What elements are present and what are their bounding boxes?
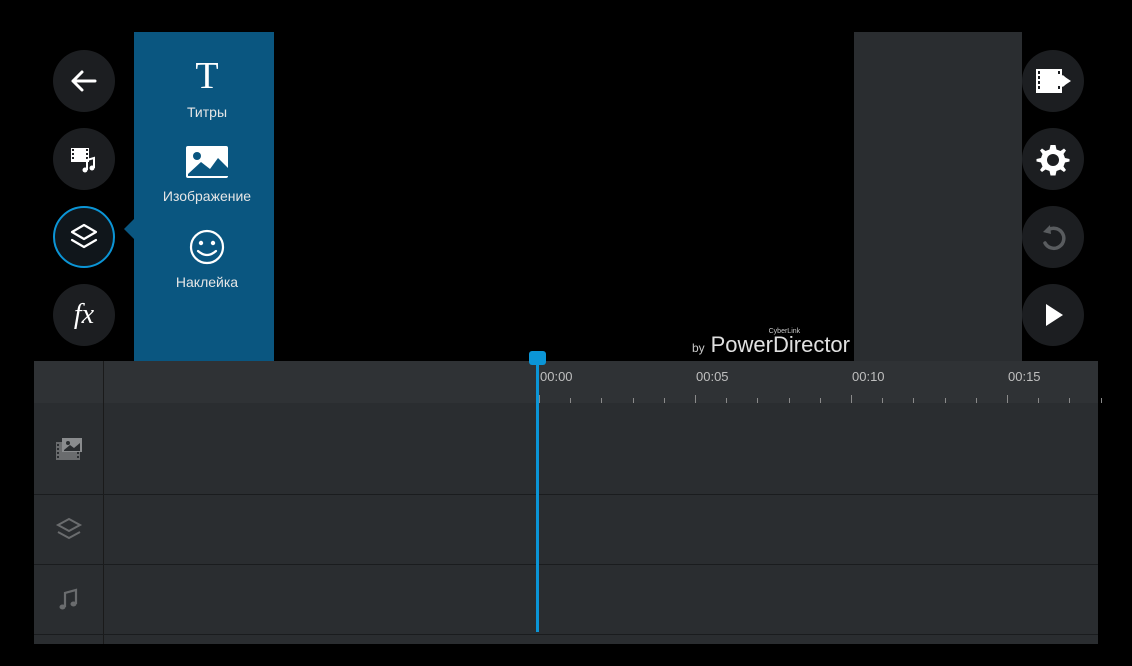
playhead-handle-icon	[529, 351, 546, 365]
back-button[interactable]	[53, 50, 115, 112]
ruler-spacer	[34, 361, 104, 403]
layers-icon	[66, 219, 102, 255]
preview-panel: by CyberLink PowerDirector	[274, 32, 864, 361]
overlay-track-icon	[54, 515, 84, 545]
ruler-tick	[539, 395, 540, 403]
watermark: by CyberLink PowerDirector	[692, 332, 850, 358]
export-button[interactable]	[1022, 50, 1084, 112]
submenu-label: Наклейка	[176, 274, 238, 290]
ruler-tick	[695, 395, 696, 403]
track-row-overlay[interactable]	[104, 495, 1098, 565]
right-toolbar	[1003, 32, 1103, 361]
text-icon: T	[186, 54, 228, 96]
ruler-tick	[1101, 398, 1102, 403]
sticker-icon	[188, 228, 226, 266]
time-label: 00:05	[696, 369, 729, 384]
ruler-tick	[1007, 395, 1008, 403]
play-icon	[1039, 301, 1067, 329]
media-button[interactable]	[53, 128, 115, 190]
undo-icon	[1037, 221, 1069, 253]
undo-button[interactable]	[1022, 206, 1084, 268]
gear-icon	[1035, 141, 1071, 177]
submenu-label: Титры	[187, 104, 227, 120]
back-arrow-icon	[67, 64, 101, 98]
track-header-video[interactable]	[34, 403, 104, 495]
track-header-overlay[interactable]	[34, 495, 104, 565]
ruler-tick	[851, 395, 852, 403]
submenu-pointer-icon	[124, 217, 136, 241]
submenu-item-image[interactable]: Изображение	[163, 144, 251, 204]
track-header-audio[interactable]	[34, 565, 104, 635]
left-toolbar: fx	[34, 32, 134, 361]
video-track-icon	[54, 436, 84, 462]
layers-button[interactable]	[53, 206, 115, 268]
export-icon	[1033, 66, 1073, 96]
submenu-label: Изображение	[163, 188, 251, 204]
image-icon	[184, 144, 230, 180]
settings-button[interactable]	[1022, 128, 1084, 190]
media-icon	[67, 142, 101, 176]
playhead[interactable]	[536, 361, 539, 632]
audio-track-icon	[56, 587, 82, 613]
submenu-item-sticker[interactable]: Наклейка	[176, 228, 238, 290]
time-label: 00:10	[852, 369, 885, 384]
timeline[interactable]: 00:00 00:05 00:10 00:15	[34, 361, 1098, 644]
watermark-brand: CyberLink PowerDirector	[711, 332, 850, 358]
layers-submenu: T Титры Изображение Наклей	[134, 32, 280, 361]
fx-button[interactable]: fx	[53, 284, 115, 346]
track-row-video[interactable]	[104, 403, 1098, 495]
timeline-ruler[interactable]: 00:00 00:05 00:10 00:15	[34, 361, 1098, 403]
track-headers	[34, 403, 104, 644]
fx-icon: fx	[74, 299, 94, 331]
watermark-cyberlink: CyberLink	[769, 328, 801, 335]
svg-text:T: T	[195, 55, 218, 96]
track-row-audio[interactable]	[104, 565, 1098, 635]
submenu-item-titles[interactable]: T Титры	[186, 54, 228, 120]
time-label: 00:15	[1008, 369, 1041, 384]
secondary-panel	[854, 32, 1022, 361]
watermark-by: by	[692, 341, 705, 355]
play-button[interactable]	[1022, 284, 1084, 346]
time-label: 00:00	[540, 369, 573, 384]
